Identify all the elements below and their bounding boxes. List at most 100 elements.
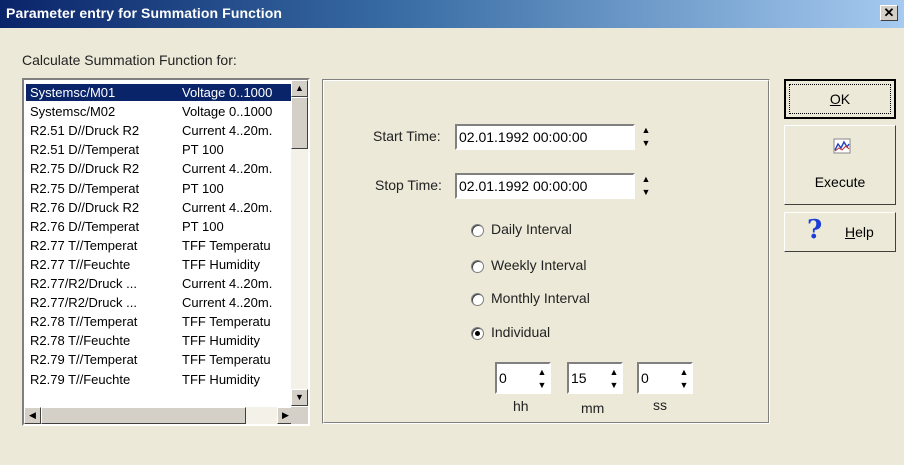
- minutes-down-icon[interactable]: ▼: [607, 379, 621, 392]
- daily-interval-radio[interactable]: [471, 224, 484, 237]
- channel-type: TFF Humidity: [182, 371, 260, 387]
- start-time-up-icon[interactable]: ▲: [639, 124, 653, 137]
- stop-time-down-icon[interactable]: ▼: [639, 186, 653, 199]
- list-item[interactable]: R2.77 T//Temperat TFF Temperatu: [26, 237, 294, 254]
- channel-name: R2.76 D//Temperat: [30, 218, 140, 234]
- channel-name: R2.75 D//Temperat: [30, 180, 140, 196]
- channel-type: Voltage 0..1000: [182, 85, 273, 100]
- channel-name: R2.78 T//Temperat: [30, 314, 138, 330]
- hours-down-icon[interactable]: ▼: [535, 379, 549, 392]
- start-time-input[interactable]: 02.01.1992 00:00:00: [455, 124, 635, 150]
- list-item[interactable]: R2.78 T//Temperat TFF Temperatu: [26, 313, 294, 330]
- horizontal-scroll-thumb[interactable]: [41, 407, 246, 424]
- list-item[interactable]: R2.76 D//Temperat PT 100: [26, 218, 294, 235]
- list-item[interactable]: R2.77/R2/Druck ... Current 4..20m.: [26, 294, 294, 311]
- start-time-spinner[interactable]: ▲ ▼: [639, 124, 653, 150]
- channel-type: PT 100: [182, 218, 224, 234]
- vertical-scroll-thumb[interactable]: [291, 97, 308, 149]
- list-item[interactable]: R2.77/R2/Druck ... Current 4..20m.: [26, 275, 294, 292]
- ok-focus-rect: [789, 84, 891, 114]
- channel-type: TFF Humidity: [182, 256, 260, 272]
- seconds-down-icon[interactable]: ▼: [677, 379, 691, 392]
- channel-name: R2.51 D//Temperat: [30, 142, 140, 158]
- monthly-interval-radio[interactable]: [471, 293, 484, 306]
- title-bar[interactable]: Parameter entry for Summation Function ✕: [0, 0, 904, 28]
- ok-button[interactable]: OK: [784, 79, 896, 119]
- stop-time-spinner[interactable]: ▲ ▼: [639, 173, 653, 199]
- channel-type: Current 4..20m.: [182, 161, 273, 177]
- channel-listbox[interactable]: Systemsc/M01 Voltage 0..1000 Systemsc/M02 V…: [22, 78, 310, 426]
- seconds-label: ss: [653, 397, 667, 413]
- channel-type: Voltage 0..1000: [182, 104, 273, 120]
- list-item[interactable]: R2.51 D//Temperat PT 100: [26, 141, 294, 158]
- channel-name: R2.77 T//Temperat: [30, 237, 138, 253]
- list-item[interactable]: Systemsc/M02 Voltage 0..1000: [26, 103, 294, 120]
- scrollbar-corner: [291, 407, 308, 424]
- scroll-left-icon: ◀: [29, 410, 36, 420]
- daily-interval-label[interactable]: Daily Interval: [491, 221, 572, 237]
- scroll-down-button[interactable]: ▼: [291, 389, 308, 406]
- channel-type: Current 4..20m.: [182, 295, 273, 311]
- hours-up-icon[interactable]: ▲: [535, 366, 549, 379]
- vertical-scrollbar[interactable]: ▲ ▼: [291, 80, 308, 406]
- seconds-up-icon[interactable]: ▲: [677, 366, 691, 379]
- hours-label: hh: [513, 398, 529, 414]
- channel-name: R2.78 T//Feuchte: [30, 333, 131, 349]
- list-item[interactable]: R2.76 D//Druck R2 Current 4..20m.: [26, 199, 294, 216]
- list-item[interactable]: R2.75 D//Druck R2 Current 4..20m.: [26, 160, 294, 177]
- channel-name: R2.79 T//Feuchte: [30, 371, 131, 387]
- stop-time-label: Stop Time:: [375, 177, 442, 193]
- scroll-right-icon: ▶: [282, 410, 289, 420]
- individual-label[interactable]: Individual: [491, 324, 550, 340]
- dialog-window: Parameter entry for Summation Function ✕…: [0, 0, 904, 465]
- list-item[interactable]: R2.75 D//Temperat PT 100: [26, 180, 294, 197]
- channel-type: TFF Humidity: [182, 333, 260, 349]
- channel-name: R2.79 T//Temperat: [30, 352, 138, 368]
- hours-spinner[interactable]: ▲ ▼: [535, 366, 549, 392]
- execute-button[interactable]: Execute: [784, 125, 896, 205]
- list-item[interactable]: R2.78 T//Feuchte TFF Humidity: [26, 332, 294, 349]
- channel-type: TFF Temperatu: [182, 314, 271, 330]
- channel-name: R2.51 D//Druck R2: [30, 123, 140, 139]
- channel-name: Systemsc/M02: [30, 104, 116, 120]
- scroll-up-button[interactable]: ▲: [291, 80, 308, 97]
- scroll-up-icon: ▲: [295, 83, 304, 93]
- channel-type: PT 100: [182, 180, 224, 196]
- channel-type: Current 4..20m.: [182, 199, 273, 215]
- list-item[interactable]: R2.79 T//Temperat TFF Temperatu: [26, 351, 294, 368]
- list-item[interactable]: R2.79 T//Feuchte TFF Humidity: [26, 371, 294, 388]
- minutes-spinner[interactable]: ▲ ▼: [607, 366, 621, 392]
- channel-type: TFF Temperatu: [182, 352, 271, 368]
- stop-time-up-icon[interactable]: ▲: [639, 173, 653, 186]
- weekly-interval-label[interactable]: Weekly Interval: [491, 257, 586, 273]
- weekly-interval-radio[interactable]: [471, 260, 484, 273]
- stop-time-input[interactable]: 02.01.1992 00:00:00: [455, 173, 635, 199]
- channel-name: R2.75 D//Druck R2: [30, 161, 140, 177]
- window-title: Parameter entry for Summation Function: [6, 5, 283, 21]
- question-mark-icon: ?: [807, 215, 823, 245]
- channel-name: R2.77/R2/Druck ...: [30, 295, 137, 311]
- individual-radio[interactable]: [471, 327, 484, 340]
- seconds-spinner[interactable]: ▲ ▼: [677, 366, 691, 392]
- parameters-panel: Start Time: 02.01.1992 00:00:00 ▲ ▼ Stop…: [322, 79, 770, 424]
- minutes-up-icon[interactable]: ▲: [607, 366, 621, 379]
- channel-name: R2.77 T//Feuchte: [30, 256, 131, 272]
- monthly-interval-label[interactable]: Monthly Interval: [491, 290, 590, 306]
- chart-icon: [833, 138, 851, 154]
- channel-type: Current 4..20m.: [182, 123, 273, 139]
- list-item[interactable]: R2.51 D//Druck R2 Current 4..20m.: [26, 122, 294, 139]
- channel-type: PT 100: [182, 142, 224, 158]
- list-item[interactable]: Systemsc/M01 Voltage 0..1000: [26, 84, 294, 101]
- channel-name: Systemsc/M01: [30, 85, 116, 100]
- channel-type: Current 4..20m.: [182, 276, 273, 291]
- horizontal-scrollbar[interactable]: ◀ ▶: [24, 407, 294, 424]
- execute-button-label: Execute: [814, 174, 866, 190]
- close-button[interactable]: ✕: [880, 5, 898, 21]
- help-button-label: Help: [845, 224, 874, 240]
- scroll-left-button[interactable]: ◀: [24, 407, 41, 424]
- help-button[interactable]: ? Help: [784, 212, 896, 252]
- list-caption: Calculate Summation Function for:: [22, 52, 237, 68]
- list-item[interactable]: R2.77 T//Feuchte TFF Humidity: [26, 256, 294, 273]
- channel-name: R2.77/R2/Druck ...: [30, 276, 137, 291]
- start-time-down-icon[interactable]: ▼: [639, 137, 653, 150]
